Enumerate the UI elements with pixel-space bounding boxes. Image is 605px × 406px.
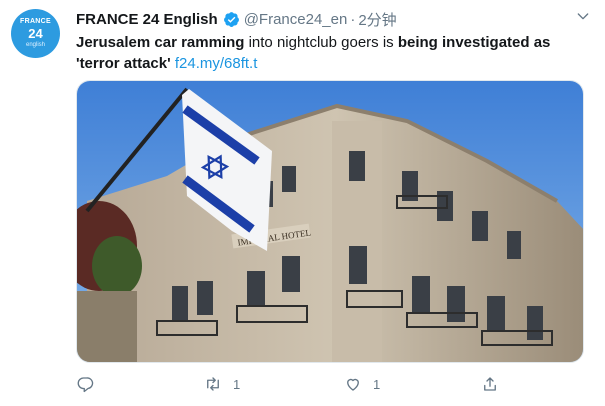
share-icon (484, 377, 496, 391)
avatar-text-france: FRANCE (20, 18, 51, 25)
tweet-header: FRANCE 24 English @France24_en · 2分钟 (76, 9, 585, 29)
chevron-down-icon[interactable] (575, 8, 591, 24)
tweet[interactable]: FRANCE 24 english FRANCE 24 English @Fra… (0, 0, 605, 406)
text-bold-3: 'terror attack' (76, 55, 171, 72)
retweet-icon (207, 377, 219, 391)
author-name[interactable]: FRANCE 24 English (76, 11, 218, 28)
tweet-image[interactable]: IMPERIAL HOTEL (76, 80, 584, 363)
tweet-link[interactable]: f24.my/68ft.t (175, 55, 258, 72)
text-bold-1: Jerusalem car ramming (76, 34, 245, 51)
like-count: 1 (373, 376, 381, 392)
verified-badge-icon (223, 11, 239, 27)
reply-button[interactable] (76, 372, 105, 396)
avatar-text-english: english (25, 42, 45, 48)
building-photo: IMPERIAL HOTEL (77, 81, 583, 362)
separator-dot: · (350, 10, 356, 28)
retweet-button[interactable]: 1 (204, 372, 240, 396)
timestamp[interactable]: 2分钟 (358, 9, 396, 30)
share-button[interactable] (481, 372, 510, 396)
avatar[interactable]: FRANCE 24 english (11, 9, 60, 58)
heart-icon (347, 378, 359, 391)
retweet-count: 1 (233, 376, 241, 392)
reply-icon (77, 377, 94, 393)
author-handle[interactable]: @France24_en (244, 11, 348, 28)
avatar-text-24: 24 (28, 26, 43, 41)
text-plain-1: into nightclub goers is (244, 34, 398, 51)
text-bold-2: being investigated as (397, 34, 551, 51)
tweet-text: Jerusalem car ramming into nightclub goe… (76, 32, 588, 74)
tweet-actions: 1 1 (76, 372, 506, 396)
like-button[interactable]: 1 (344, 372, 380, 396)
